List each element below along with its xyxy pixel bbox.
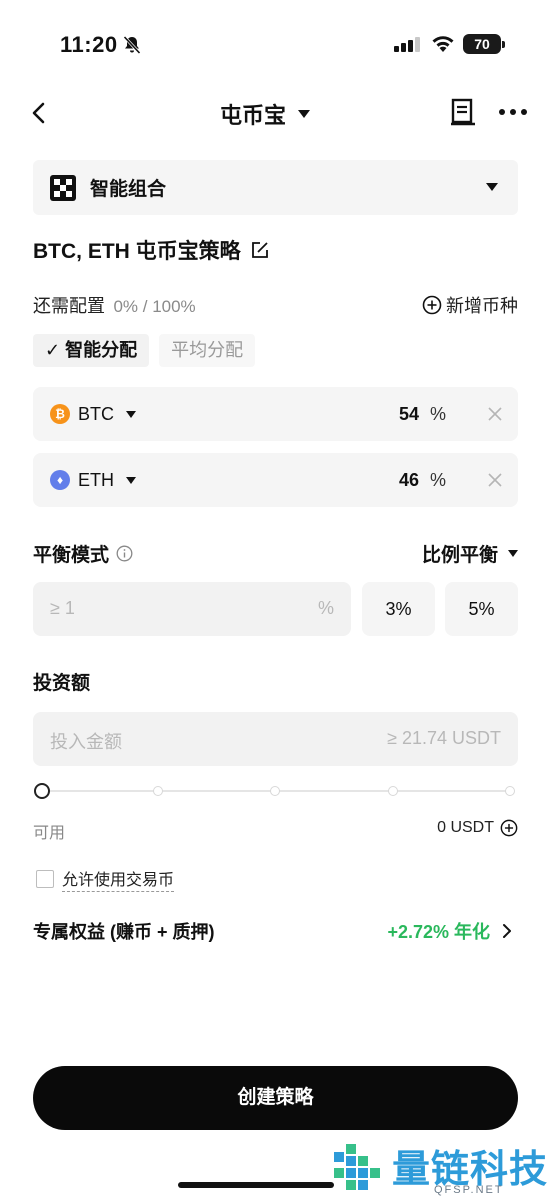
chevron-right-icon	[503, 924, 511, 938]
amount-minimum: ≥ 21.74 USDT	[387, 728, 501, 748]
plus-circle-icon[interactable]	[500, 819, 518, 837]
watermark: 量链科技 QFSP.NET	[330, 1136, 551, 1200]
chevron-down-icon	[486, 183, 498, 191]
portfolio-label: 智能组合	[90, 179, 167, 200]
watermark-logo	[334, 1144, 380, 1190]
strategy-title: BTC, ETH 屯币宝策略	[33, 240, 241, 263]
slider-step-75[interactable]	[388, 786, 398, 796]
coin-percent-input[interactable]: 46	[399, 470, 419, 491]
okx-logo	[50, 174, 76, 201]
investment-amount-input[interactable]: 投入金额 ≥ 21.74 USDT	[33, 712, 518, 766]
chevron-down-icon[interactable]	[126, 410, 136, 418]
slider-step-25[interactable]	[153, 786, 163, 796]
back-icon[interactable]	[30, 100, 50, 126]
portfolio-selector[interactable]: 智能组合	[33, 160, 518, 215]
available-row: 可用 0 USDT	[33, 819, 518, 842]
signal-icon	[394, 37, 420, 52]
nav-bar: 屯币宝	[0, 90, 551, 136]
coin-selector-btc[interactable]: BTC	[78, 404, 114, 425]
available-balance: 0 USDT	[437, 819, 518, 837]
threshold-unit: %	[317, 598, 334, 618]
benefit-apy[interactable]: +2.72% 年化	[387, 918, 512, 944]
allow-trading-coin-checkbox[interactable]	[36, 870, 54, 888]
add-coin-button[interactable]: 新增币种	[422, 292, 518, 318]
slider-handle[interactable]	[34, 783, 50, 799]
strategy-title-row[interactable]: BTC, ETH 屯币宝策略	[33, 235, 269, 265]
percent-unit: %	[429, 403, 446, 424]
close-icon[interactable]	[488, 473, 502, 487]
add-coin-label: 新增币种	[446, 296, 518, 316]
coin-row-eth: ♦ ETH 46 %	[33, 453, 518, 507]
btc-icon: ₿	[50, 404, 70, 424]
balance-mode-row: 平衡模式 比例平衡	[33, 540, 518, 566]
product-switcher[interactable]: 屯币宝	[220, 98, 311, 130]
balance-mode-label: 平衡模式	[33, 540, 133, 567]
investment-title: 投资额	[33, 673, 91, 694]
coin-percent-input[interactable]: 54	[399, 404, 419, 425]
chevron-down-icon[interactable]	[126, 476, 136, 484]
bell-off-icon	[123, 35, 141, 55]
status-time: 11:20	[60, 32, 118, 57]
battery-icon: 70	[463, 34, 505, 54]
plus-circle-icon	[422, 295, 442, 315]
status-bar: 11:20 70	[0, 0, 551, 90]
config-value: 0% / 100%	[113, 297, 196, 316]
document-icon[interactable]	[451, 98, 475, 126]
wifi-icon	[432, 36, 454, 52]
info-icon[interactable]	[116, 545, 133, 562]
watermark-url: QFSP.NET	[434, 1184, 504, 1196]
allow-trading-coin-row[interactable]: 允许使用交易币	[36, 866, 175, 892]
available-value: 0 USDT	[437, 819, 494, 836]
close-icon[interactable]	[488, 407, 502, 421]
threshold-placeholder: ≥ 1	[50, 598, 75, 618]
balance-mode-select[interactable]: 比例平衡	[422, 540, 518, 567]
chevron-down-icon	[298, 110, 311, 118]
threshold-input[interactable]: ≥ 1 %	[33, 582, 351, 636]
config-row: 还需配置 0% / 100% 新增币种	[33, 292, 518, 316]
coin-selector-eth[interactable]: ETH	[78, 470, 114, 491]
amount-placeholder: 投入金额	[50, 732, 122, 752]
preset-3-button[interactable]: 3%	[362, 582, 435, 636]
config-label: 还需配置	[33, 296, 105, 316]
create-strategy-button[interactable]: 创建策略	[33, 1066, 518, 1130]
eth-icon: ♦	[50, 470, 70, 490]
benefit-label: 专属权益 (赚币 + 质押)	[33, 922, 215, 942]
balance-mode-title: 平衡模式	[33, 545, 110, 566]
percent-unit: %	[429, 469, 446, 490]
allocation-tabs: ✓ 智能分配 平均分配	[33, 334, 265, 367]
available-label: 可用	[33, 825, 66, 842]
balance-mode-value: 比例平衡	[421, 545, 498, 566]
coin-row-btc: ₿ BTC 54 %	[33, 387, 518, 441]
chevron-down-icon	[508, 550, 518, 557]
tab-smart-allocation[interactable]: ✓ 智能分配	[33, 334, 150, 367]
edit-icon[interactable]	[251, 241, 269, 259]
amount-slider[interactable]	[33, 780, 518, 802]
tab-equal-allocation[interactable]: 平均分配	[159, 334, 256, 367]
page-title: 屯币宝	[220, 103, 287, 128]
home-indicator[interactable]	[178, 1182, 334, 1188]
slider-step-100[interactable]	[505, 786, 515, 796]
preset-5-button[interactable]: 5%	[445, 582, 518, 636]
more-icon[interactable]	[498, 102, 528, 122]
slider-step-50[interactable]	[270, 786, 280, 796]
benefit-row[interactable]: 专属权益 (赚币 + 质押) +2.72% 年化	[33, 918, 518, 946]
benefit-value: +2.72% 年化	[387, 922, 490, 942]
allow-trading-coin-label[interactable]: 允许使用交易币	[62, 866, 175, 892]
